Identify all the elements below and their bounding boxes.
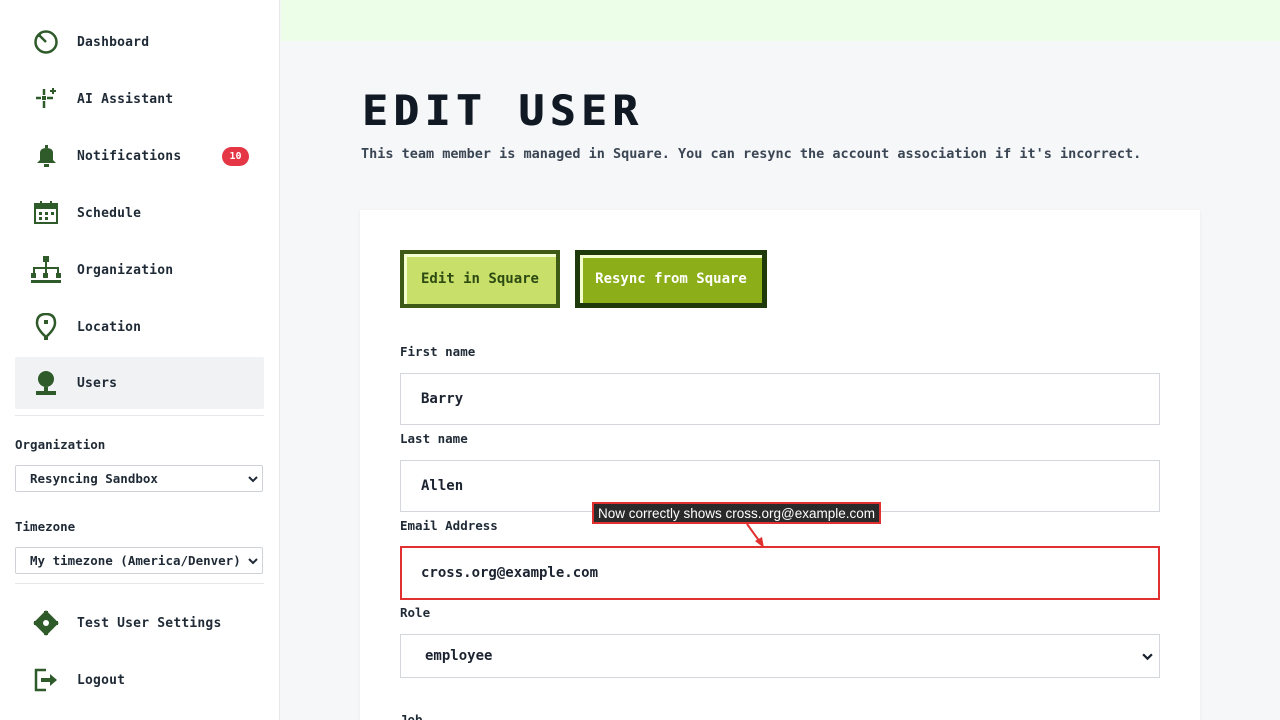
last-name-value: Allen [421,478,464,494]
sidebar-item-label: Location [77,319,142,335]
sidebar: Dashboard AI Assistant Notifications 10 … [0,0,280,720]
role-label: Role [400,605,431,620]
sparkle-icon [30,85,62,113]
chevron-down-icon [248,476,258,483]
sidebar-item-label: Test User Settings [77,615,222,631]
sidebar-item-label: Notifications [77,148,182,164]
map-pin-icon [30,313,62,341]
sidebar-item-ai-assistant[interactable]: AI Assistant [15,73,264,125]
page-title: EDIT USER [362,86,644,135]
sidebar-divider [15,415,264,416]
timezone-select[interactable]: My timezone (America/Denver) [15,547,263,574]
organization-select[interactable]: Resyncing Sandbox [15,465,263,492]
role-select-value: employee [425,648,493,664]
timezone-label: Timezone [15,519,76,534]
annotation-arrow-icon [746,523,764,548]
user-icon [30,369,62,397]
first-name-value: Barry [421,391,464,407]
sidebar-item-dashboard[interactable]: Dashboard [15,16,264,68]
chevron-down-icon [1142,653,1153,661]
role-select[interactable]: employee [400,634,1160,678]
sidebar-item-test-user-settings[interactable]: Test User Settings [15,597,264,649]
sidebar-item-label: Schedule [77,205,142,221]
sidebar-item-label: Logout [77,672,126,688]
email-value: cross.org@example.com [421,565,599,581]
job-label: Job [400,712,423,720]
organization-select-value: Resyncing Sandbox [30,471,158,486]
sidebar-item-label: AI Assistant [77,91,174,107]
notification-count-badge: 10 [222,147,249,166]
sidebar-item-location[interactable]: Location [15,301,264,353]
organization-label: Organization [15,437,106,452]
sidebar-item-notifications[interactable]: Notifications 10 [15,130,264,182]
edit-in-square-button[interactable]: Edit in Square [400,250,560,308]
gear-icon [30,609,62,637]
sidebar-item-schedule[interactable]: Schedule [15,187,264,239]
logout-icon [30,666,62,694]
sidebar-item-label: Dashboard [77,34,150,50]
org-chart-icon [30,256,62,284]
email-field[interactable]: cross.org@example.com [400,546,1160,600]
resync-from-square-button[interactable]: Resync from Square [575,250,767,308]
first-name-label: First name [400,344,476,359]
chevron-down-icon [248,558,258,565]
sidebar-item-users[interactable]: Users [15,357,264,409]
bell-icon [30,142,62,170]
first-name-field[interactable]: Barry [400,373,1160,425]
page-subtitle: This team member is managed in Square. Y… [361,146,1142,162]
timezone-select-value: My timezone (America/Denver) [30,553,241,568]
sidebar-item-organization[interactable]: Organization [15,244,264,296]
sidebar-item-logout[interactable]: Logout [15,654,264,706]
annotation-callout: Now correctly shows cross.org@example.co… [592,502,882,524]
email-label: Email Address [400,518,498,533]
sidebar-divider [15,583,264,584]
dashboard-gauge-icon [30,28,62,56]
sidebar-item-label: Organization [77,262,174,278]
last-name-label: Last name [400,431,468,446]
calendar-icon [30,199,62,227]
sidebar-item-label: Users [77,375,118,391]
top-banner [281,0,1280,41]
